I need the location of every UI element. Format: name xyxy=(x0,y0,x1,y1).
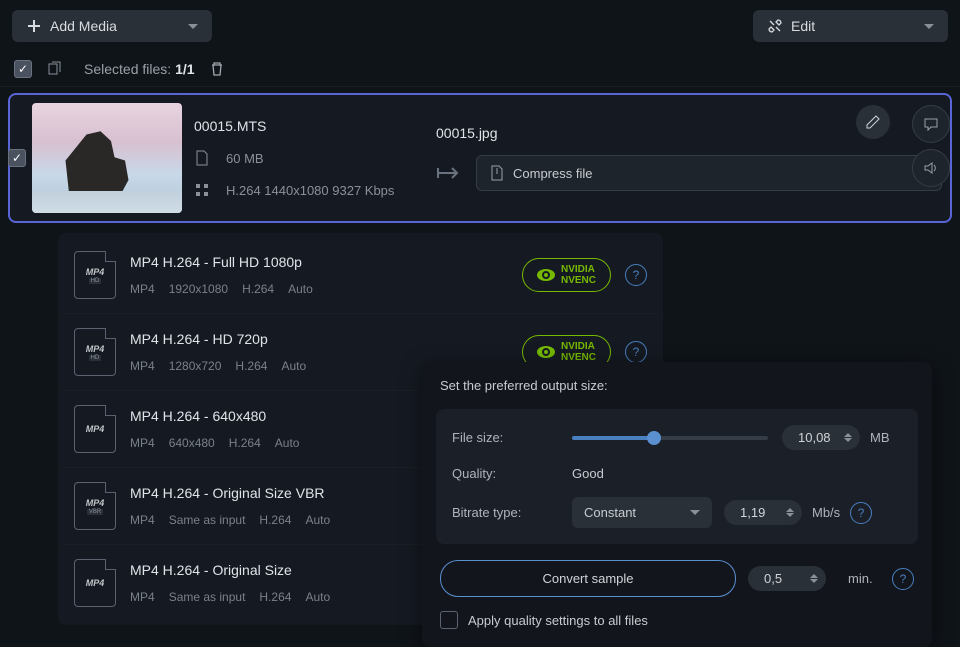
format-icon: MP4 xyxy=(74,559,116,607)
filesize-slider[interactable] xyxy=(572,436,768,440)
sample-unit: min. xyxy=(848,571,880,586)
pencil-icon xyxy=(865,114,881,130)
apply-all-label: Apply quality settings to all files xyxy=(468,613,648,628)
spinner-up[interactable] xyxy=(844,433,852,437)
bitrate-type-dropdown[interactable]: Constant xyxy=(572,497,712,528)
speaker-icon xyxy=(923,160,939,176)
preset-title: MP4 H.264 - HD 720p xyxy=(130,331,508,347)
spinner-down[interactable] xyxy=(844,438,852,442)
bitrate-unit: Mb/s xyxy=(812,505,844,520)
slider-thumb[interactable] xyxy=(647,431,661,445)
help-icon[interactable]: ? xyxy=(625,264,647,286)
file-size: 60 MB xyxy=(226,151,264,166)
convert-sample-button[interactable]: Convert sample xyxy=(440,560,736,597)
help-icon[interactable]: ? xyxy=(892,568,914,590)
format-icon: MP4 xyxy=(74,405,116,453)
file-icon xyxy=(194,150,210,166)
bitrate-label: Bitrate type: xyxy=(452,505,572,520)
resolution-icon xyxy=(194,182,210,198)
panel-title: Set the preferred output size: xyxy=(422,376,932,403)
file-checkbox[interactable] xyxy=(8,149,26,167)
spinner-down[interactable] xyxy=(810,579,818,583)
apply-all-checkbox[interactable] xyxy=(440,611,458,629)
selected-files-text: Selected files: 1/1 xyxy=(84,61,195,77)
compress-label: Compress file xyxy=(513,166,592,181)
subtitle-button[interactable] xyxy=(912,105,950,143)
arrow-right-icon xyxy=(436,164,464,182)
sample-length-spinner[interactable]: 0,5 xyxy=(748,566,826,591)
preset-meta: MP41920x1080H.264Auto xyxy=(130,282,508,296)
filesize-unit: MB xyxy=(870,430,902,445)
spinner-up[interactable] xyxy=(786,508,794,512)
file-thumbnail xyxy=(32,103,182,213)
speech-icon xyxy=(923,116,939,132)
preset-title: MP4 H.264 - Full HD 1080p xyxy=(130,254,508,270)
filesize-label: File size: xyxy=(452,430,572,445)
preset-item[interactable]: MP4 HD MP4 H.264 - Full HD 1080p MP41920… xyxy=(62,237,659,314)
quality-value: Good xyxy=(572,466,604,481)
add-media-button[interactable]: Add Media xyxy=(12,10,212,42)
nvidia-badge: NVIDIANVENC xyxy=(522,258,611,292)
format-icon: MP4 VBR xyxy=(74,482,116,530)
select-all-checkbox[interactable] xyxy=(14,60,32,78)
help-icon[interactable]: ? xyxy=(850,502,872,524)
bitrate-spinner[interactable]: 1,19 xyxy=(724,500,802,525)
file-name: 00015.MTS xyxy=(194,118,424,134)
format-icon: MP4 HD xyxy=(74,251,116,299)
compress-dropdown[interactable]: Compress file xyxy=(476,155,942,191)
file-specs: H.264 1440x1080 9327 Kbps xyxy=(226,183,394,198)
edit-button[interactable]: Edit xyxy=(753,10,948,42)
trash-icon[interactable] xyxy=(209,61,225,77)
spinner-up[interactable] xyxy=(810,574,818,578)
edit-label: Edit xyxy=(791,18,815,34)
copy-icon[interactable] xyxy=(46,61,62,77)
selection-bar: Selected files: 1/1 xyxy=(0,52,960,87)
help-icon[interactable]: ? xyxy=(625,341,647,363)
plus-icon xyxy=(26,18,42,34)
rename-button[interactable] xyxy=(856,105,890,139)
chevron-down-icon xyxy=(690,510,700,515)
nvidia-eye-icon xyxy=(537,269,555,281)
format-icon: MP4 HD xyxy=(74,328,116,376)
compress-icon xyxy=(489,165,505,181)
chevron-down-icon xyxy=(188,24,198,29)
quality-label: Quality: xyxy=(452,466,572,481)
spinner-down[interactable] xyxy=(786,513,794,517)
audio-button[interactable] xyxy=(912,149,950,187)
file-row[interactable]: 00015.MTS 60 MB H.264 1440x1080 9327 Kbp… xyxy=(8,93,952,223)
add-media-label: Add Media xyxy=(50,18,117,34)
chevron-down-icon xyxy=(924,24,934,29)
filesize-spinner[interactable]: 10,08 xyxy=(782,425,860,450)
nvidia-eye-icon xyxy=(537,346,555,358)
compress-panel: Set the preferred output size: File size… xyxy=(422,362,932,647)
tools-icon xyxy=(767,18,783,34)
